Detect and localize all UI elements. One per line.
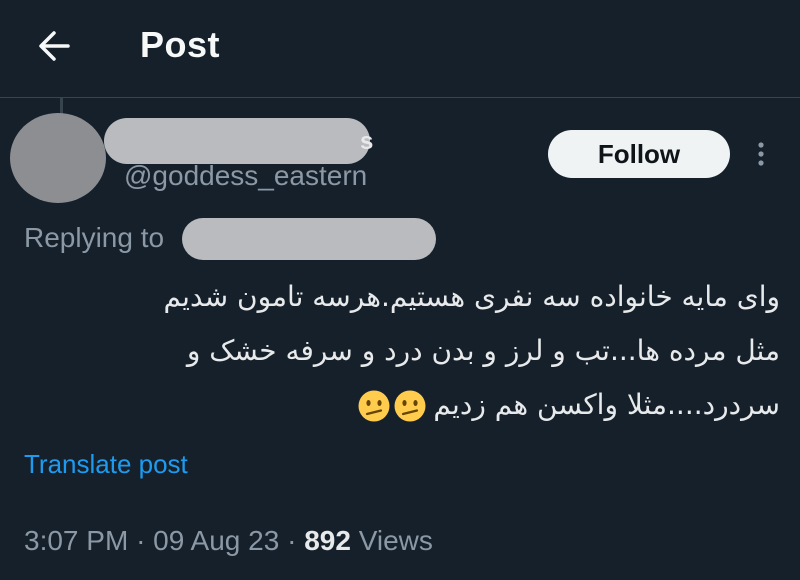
follow-button[interactable]: Follow <box>548 130 730 178</box>
more-vertical-icon[interactable] <box>746 136 776 172</box>
header-divider <box>0 97 800 98</box>
author-handle[interactable]: @goddess_eastern <box>124 160 367 192</box>
views-label: Views <box>358 525 433 556</box>
redacted-reply-handle[interactable] <box>182 218 436 260</box>
post-text-line: سردرد....مثلا واکسن هم زدیم <box>300 378 780 432</box>
post-meta: 3:07 PM · 09 Aug 23 · 892 Views <box>24 525 433 557</box>
post-text-line-content: سردرد....مثلا واکسن هم زدیم <box>433 388 780 421</box>
translate-post-link[interactable]: Translate post <box>24 449 188 480</box>
avatar[interactable] <box>10 113 106 203</box>
meta-separator: · <box>287 525 297 556</box>
post-text-line: وای مایه خانواده سه نفری هستیم.هرسه تامو… <box>163 280 780 313</box>
views-count[interactable]: 892 <box>304 525 351 556</box>
meta-separator: · <box>136 525 146 556</box>
confused-face-emoji <box>358 390 390 422</box>
post-text: وای مایه خانواده سه نفری هستیم.هرسه تامو… <box>163 270 780 432</box>
post-text-line: مثل مرده ها...تب و لرز و بدن درد و سرفه … <box>186 334 780 367</box>
post-date[interactable]: 09 Aug 23 <box>153 525 279 556</box>
post-time[interactable]: 3:07 PM <box>24 525 128 556</box>
page-title: Post <box>140 24 221 65</box>
display-name-visible-suffix: s <box>360 128 374 155</box>
replying-to-label: Replying to <box>24 222 165 253</box>
back-arrow-icon[interactable] <box>34 26 74 66</box>
redacted-display-name[interactable] <box>104 118 370 164</box>
confused-face-emoji <box>394 390 426 422</box>
emoji-group <box>357 389 427 423</box>
header: Post <box>0 0 800 96</box>
